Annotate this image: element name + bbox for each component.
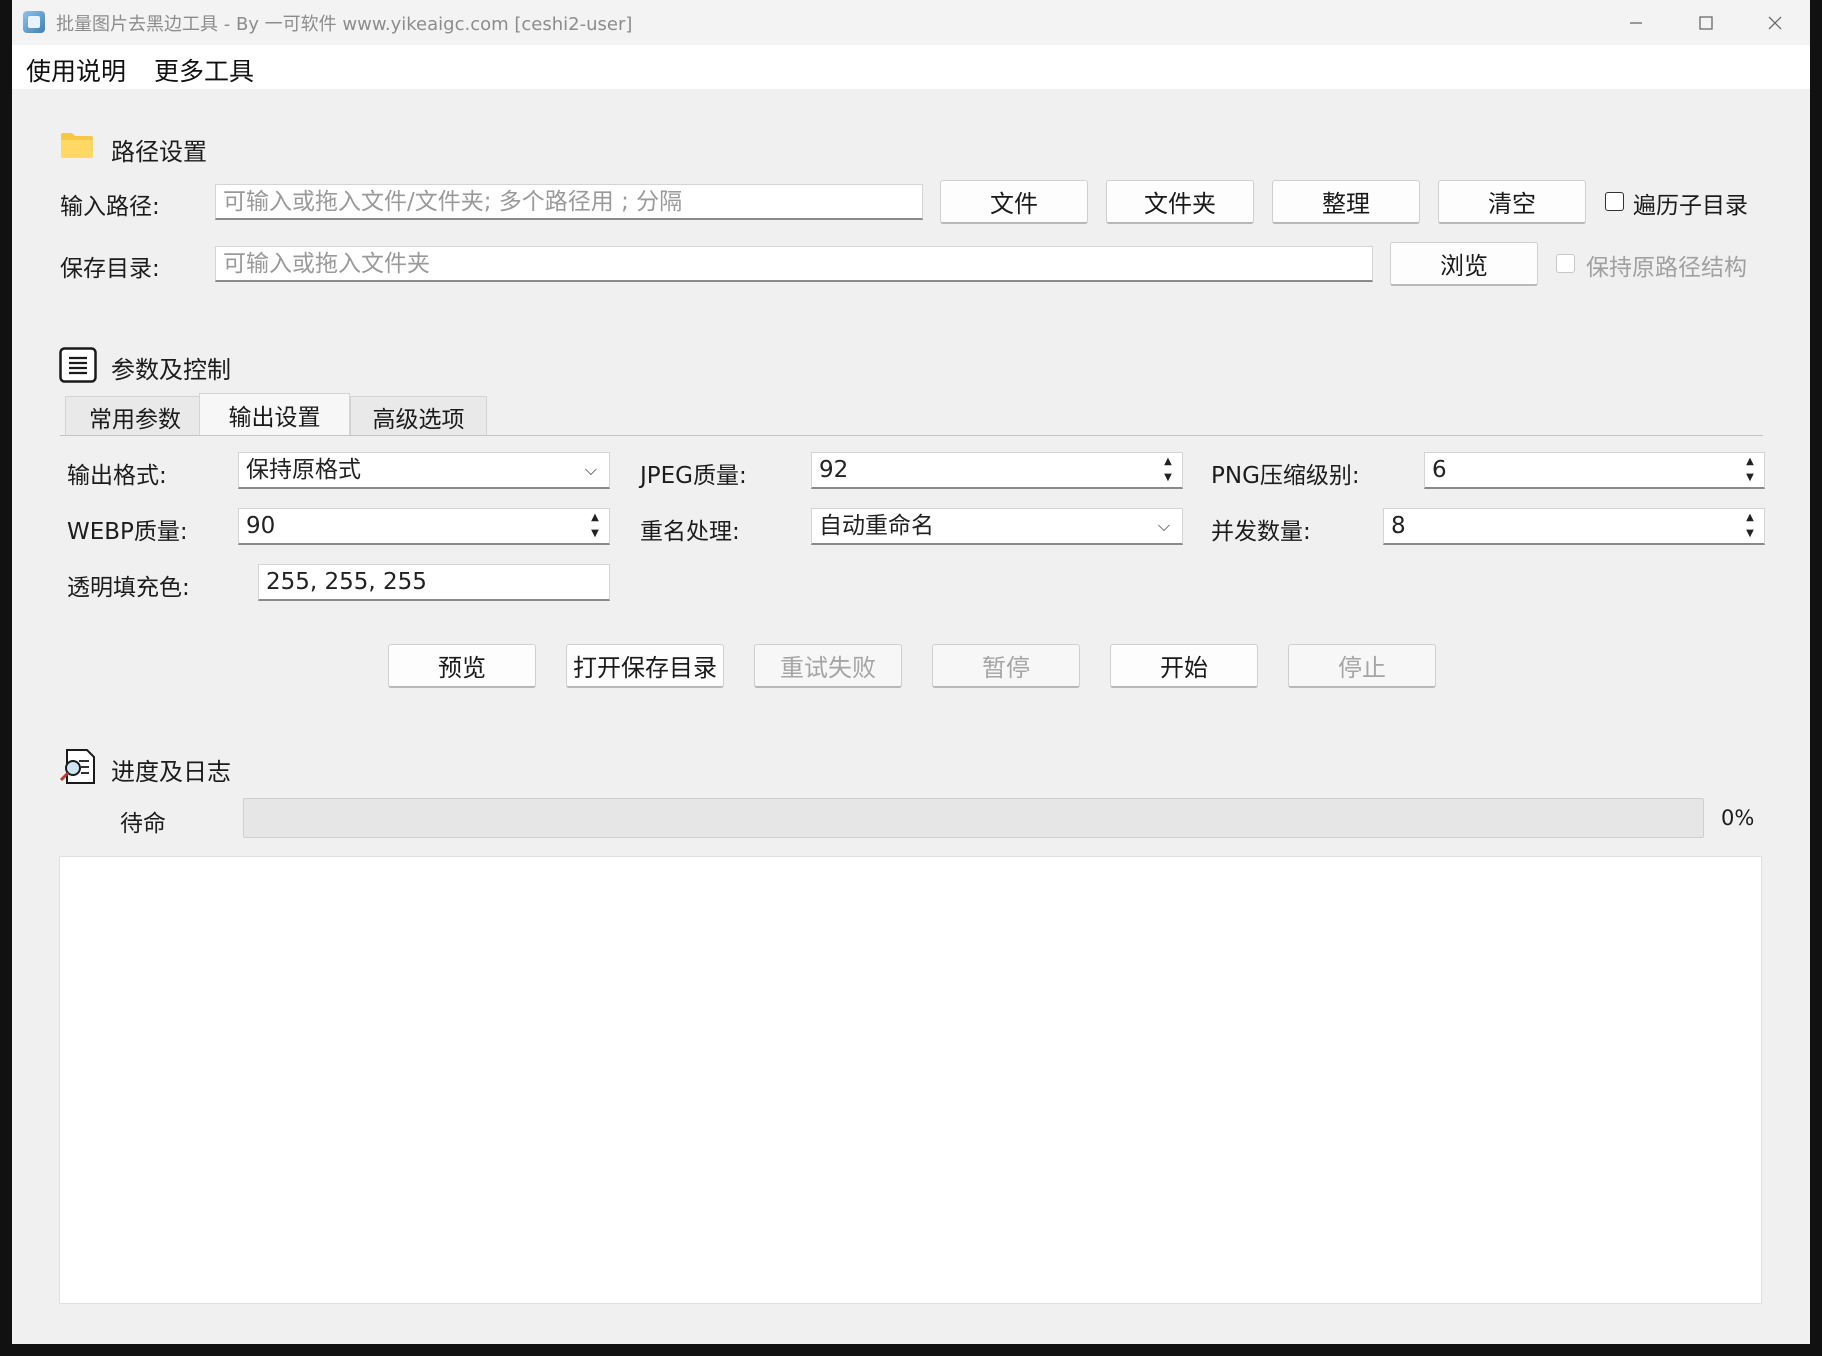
fill-color-label: 透明填充色: xyxy=(67,575,190,601)
log-output-area[interactable] xyxy=(59,856,1762,1304)
spin-down-icon[interactable]: ▼ xyxy=(1746,471,1754,485)
menu-item-usage-guide[interactable]: 使用说明 xyxy=(26,52,126,88)
webp-quality-label: WEBP质量: xyxy=(67,519,188,545)
save-dir-label: 保存目录: xyxy=(60,256,160,282)
spin-up-icon[interactable]: ▲ xyxy=(1746,511,1754,525)
menu-bar: 使用说明 更多工具 xyxy=(12,45,1810,89)
open-save-dir-button[interactable]: 打开保存目录 xyxy=(566,644,724,688)
path-section-title: 路径设置 xyxy=(111,138,207,166)
rename-handling-select[interactable]: 自动重命名 ⌵ xyxy=(811,508,1183,545)
minimize-icon xyxy=(1630,21,1642,24)
concurrency-value: 8 xyxy=(1391,513,1406,539)
png-level-spinbox[interactable]: 6 ▲ ▼ xyxy=(1424,452,1765,489)
title-bar: 批量图片去黑边工具 - By 一可软件 www.yikeaigc.com [ce… xyxy=(12,0,1810,45)
recurse-subdirs-label: 遍历子目录 xyxy=(1633,193,1748,219)
concurrency-label: 并发数量: xyxy=(1211,519,1311,545)
select-file-button[interactable]: 文件 xyxy=(940,180,1088,224)
input-path-field[interactable] xyxy=(215,184,923,220)
recurse-subdirs-checkbox[interactable] xyxy=(1605,192,1624,211)
progress-percent: 0% xyxy=(1721,806,1755,830)
rename-handling-label: 重名处理: xyxy=(640,519,740,545)
params-section-title: 参数及控制 xyxy=(111,356,231,384)
spin-up-icon[interactable]: ▲ xyxy=(1164,455,1172,469)
jpeg-quality-spinbox[interactable]: 92 ▲ ▼ xyxy=(811,452,1183,489)
webp-quality-value: 90 xyxy=(246,513,276,539)
jpeg-quality-value: 92 xyxy=(819,457,849,483)
app-window: 批量图片去黑边工具 - By 一可软件 www.yikeaigc.com [ce… xyxy=(12,0,1810,1344)
minimize-button[interactable] xyxy=(1601,0,1671,45)
browse-button[interactable]: 浏览 xyxy=(1390,242,1538,286)
rename-handling-value: 自动重命名 xyxy=(819,513,934,539)
app-logo-icon xyxy=(23,11,45,33)
input-path-label: 输入路径: xyxy=(60,194,160,220)
jpeg-quality-label: JPEG质量: xyxy=(640,463,747,489)
stop-button[interactable]: 停止 xyxy=(1288,644,1436,688)
png-level-label: PNG压缩级别: xyxy=(1211,463,1360,489)
tab-advanced-options[interactable]: 高级选项 xyxy=(350,396,487,436)
progress-section-title: 进度及日志 xyxy=(111,758,231,786)
close-button[interactable] xyxy=(1740,0,1810,45)
window-title: 批量图片去黑边工具 - By 一可软件 www.yikeaigc.com [ce… xyxy=(56,14,633,35)
output-format-select[interactable]: 保持原格式 ⌵ xyxy=(238,452,610,489)
png-level-value: 6 xyxy=(1432,457,1447,483)
chevron-down-icon: ⌵ xyxy=(1157,516,1170,535)
spin-down-icon[interactable]: ▼ xyxy=(1746,527,1754,541)
select-folder-button[interactable]: 文件夹 xyxy=(1106,180,1254,224)
fill-color-field[interactable]: 255, 255, 255 xyxy=(258,564,610,601)
log-search-icon xyxy=(59,749,95,784)
keep-structure-label: 保持原路径结构 xyxy=(1586,255,1747,281)
clear-button[interactable]: 清空 xyxy=(1438,180,1586,224)
spin-up-icon[interactable]: ▲ xyxy=(591,511,599,525)
tab-bar-divider xyxy=(60,435,1763,436)
tab-output-settings[interactable]: 输出设置 xyxy=(199,393,350,436)
organize-button[interactable]: 整理 xyxy=(1272,180,1420,224)
progress-bar xyxy=(243,798,1704,838)
spin-arrows[interactable]: ▲ ▼ xyxy=(1738,455,1762,485)
output-format-value: 保持原格式 xyxy=(246,457,361,483)
folder-icon xyxy=(61,133,93,158)
document-list-icon xyxy=(59,347,97,383)
retry-failed-button[interactable]: 重试失败 xyxy=(754,644,902,688)
concurrency-spinbox[interactable]: 8 ▲ ▼ xyxy=(1383,508,1765,545)
preview-button[interactable]: 预览 xyxy=(388,644,536,688)
maximize-button[interactable] xyxy=(1671,0,1741,45)
output-format-label: 输出格式: xyxy=(67,463,167,489)
keep-structure-checkbox[interactable] xyxy=(1556,254,1575,273)
webp-quality-spinbox[interactable]: 90 ▲ ▼ xyxy=(238,508,610,545)
close-icon xyxy=(1768,16,1782,29)
save-dir-field[interactable] xyxy=(215,246,1373,282)
pause-button[interactable]: 暂停 xyxy=(932,644,1080,688)
spin-arrows[interactable]: ▲ ▼ xyxy=(583,511,607,541)
chevron-down-icon: ⌵ xyxy=(584,460,597,479)
maximize-icon xyxy=(1699,15,1713,30)
tab-common-params[interactable]: 常用参数 xyxy=(65,396,205,436)
spin-down-icon[interactable]: ▼ xyxy=(1164,471,1172,485)
spin-arrows[interactable]: ▲ ▼ xyxy=(1738,511,1762,541)
spin-arrows[interactable]: ▲ ▼ xyxy=(1156,455,1180,485)
start-button[interactable]: 开始 xyxy=(1110,644,1258,688)
menu-item-more-tools[interactable]: 更多工具 xyxy=(154,52,254,88)
spin-down-icon[interactable]: ▼ xyxy=(591,527,599,541)
spin-up-icon[interactable]: ▲ xyxy=(1746,455,1754,469)
status-text: 待命 xyxy=(120,811,166,837)
